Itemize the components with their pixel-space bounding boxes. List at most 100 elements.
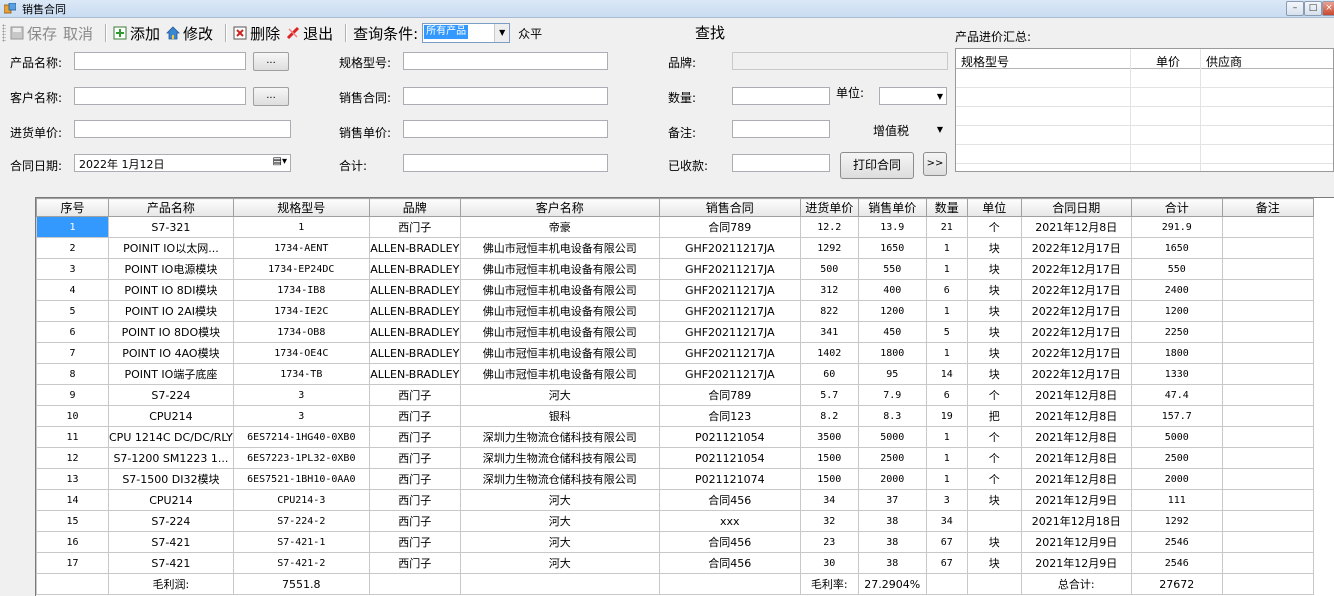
table-row[interactable]: 15 S7-224 S7-224-2 西门子 河大 xxx 32 38 34 2021年12月18… bbox=[36, 510, 1314, 532]
table-cell[interactable]: 6ES7521-1BH10-0AA0 bbox=[232, 468, 370, 490]
contract-date-picker[interactable]: 2022年 1月12日 ▤▾ bbox=[74, 154, 291, 172]
print-contract-button[interactable]: 打印合同 bbox=[840, 152, 914, 179]
table-cell[interactable]: 6 bbox=[925, 384, 968, 406]
table-cell[interactable]: 1 bbox=[925, 468, 968, 490]
col-header[interactable]: 合计 bbox=[1130, 198, 1223, 217]
table-cell[interactable]: 312 bbox=[799, 279, 859, 301]
table-cell[interactable]: 西门子 bbox=[368, 216, 461, 238]
table-cell[interactable]: 2 bbox=[36, 237, 109, 259]
table-cell[interactable] bbox=[1221, 321, 1314, 343]
product-name-input[interactable] bbox=[74, 52, 246, 70]
table-cell[interactable]: 块 bbox=[966, 258, 1022, 280]
table-row[interactable]: 6 POINT IO 8DO模块 1734-OB8 ALLEN-BRADLEY 佛山市冠… bbox=[36, 321, 1314, 343]
table-cell[interactable]: 32 bbox=[799, 510, 859, 532]
table-cell[interactable]: 23 bbox=[799, 531, 859, 553]
table-cell[interactable]: 1734-AENT bbox=[232, 237, 370, 259]
table-cell[interactable]: 1 bbox=[925, 237, 968, 259]
table-cell[interactable]: 深圳力生物流仓储科技有限公司 bbox=[459, 426, 660, 448]
table-cell[interactable]: 2500 bbox=[1130, 447, 1223, 469]
table-cell[interactable]: 佛山市冠恒丰机电设备有限公司 bbox=[459, 363, 660, 385]
table-cell[interactable]: 6 bbox=[925, 279, 968, 301]
table-cell[interactable]: 1292 bbox=[1130, 510, 1223, 532]
table-row[interactable]: 1 S7-321 1 西门子 帝豪 合同789 12.2 13.9 21 个 2021年12月8日 2… bbox=[36, 216, 1314, 238]
table-cell[interactable]: CPU 1214C DC/DC/RLY bbox=[108, 426, 234, 448]
table-cell[interactable]: 把 bbox=[966, 405, 1022, 427]
delete-button[interactable]: 删除 bbox=[233, 23, 280, 44]
table-cell[interactable] bbox=[1221, 216, 1314, 238]
table-cell[interactable]: 12 bbox=[36, 447, 109, 469]
table-cell[interactable]: 西门子 bbox=[368, 489, 461, 511]
table-cell[interactable]: 1 bbox=[925, 258, 968, 280]
table-cell[interactable]: 深圳力生物流仓储科技有限公司 bbox=[459, 468, 660, 490]
table-cell[interactable]: GHF20211217JA bbox=[658, 363, 801, 385]
table-cell[interactable]: 67 bbox=[925, 552, 968, 574]
received-input[interactable] bbox=[732, 154, 830, 172]
quantity-input[interactable] bbox=[732, 87, 830, 105]
table-cell[interactable] bbox=[1221, 468, 1314, 490]
table-cell[interactable]: 河大 bbox=[459, 384, 660, 406]
table-cell[interactable]: P021121074 bbox=[658, 468, 801, 490]
table-cell[interactable]: 4 bbox=[36, 279, 109, 301]
table-cell[interactable]: 2022年12月17日 bbox=[1020, 363, 1132, 385]
table-cell[interactable]: 34 bbox=[799, 489, 859, 511]
table-cell[interactable]: 5 bbox=[925, 321, 968, 343]
sales-price-input[interactable] bbox=[403, 120, 608, 138]
table-cell[interactable] bbox=[1221, 363, 1314, 385]
table-cell[interactable]: 西门子 bbox=[368, 510, 461, 532]
table-cell[interactable]: ALLEN-BRADLEY bbox=[368, 321, 461, 343]
table-cell[interactable]: 9 bbox=[36, 384, 109, 406]
table-row[interactable]: 8 POINT IO端子底座 1734-TB ALLEN-BRADLEY 佛山市冠恒丰机… bbox=[36, 363, 1314, 385]
table-cell[interactable]: xxx bbox=[658, 510, 801, 532]
query-keyword[interactable]: 众平 bbox=[518, 25, 542, 42]
table-cell[interactable]: 合同123 bbox=[658, 405, 801, 427]
table-cell[interactable]: 1734-TB bbox=[232, 363, 370, 385]
table-cell[interactable]: 合同789 bbox=[658, 384, 801, 406]
table-cell[interactable]: POINT IO 8DO模块 bbox=[108, 321, 234, 343]
table-cell[interactable]: 2021年12月8日 bbox=[1020, 216, 1132, 238]
table-cell[interactable]: 1650 bbox=[857, 237, 927, 259]
table-cell[interactable]: 34 bbox=[925, 510, 968, 532]
table-cell[interactable]: S7-421-1 bbox=[232, 531, 370, 553]
table-cell[interactable]: 341 bbox=[799, 321, 859, 343]
col-header[interactable]: 数量 bbox=[925, 198, 968, 217]
table-cell[interactable] bbox=[1221, 531, 1314, 553]
table-row[interactable]: 2 POINIT IO以太网... 1734-AENT ALLEN-BRADLEY 佛山… bbox=[36, 237, 1314, 259]
table-cell[interactable]: 1200 bbox=[1130, 300, 1223, 322]
table-cell[interactable]: 95 bbox=[857, 363, 927, 385]
table-cell[interactable]: 2021年12月8日 bbox=[1020, 405, 1132, 427]
minimize-button[interactable]: – bbox=[1286, 1, 1304, 16]
table-cell[interactable]: 西门子 bbox=[368, 384, 461, 406]
table-cell[interactable]: S7-321 bbox=[108, 216, 234, 238]
table-cell[interactable]: 450 bbox=[857, 321, 927, 343]
table-cell[interactable] bbox=[1221, 552, 1314, 574]
table-cell[interactable]: 3500 bbox=[799, 426, 859, 448]
table-row[interactable]: 11 CPU 1214C DC/DC/RLY 6ES7214-1HG40-0XB0 西… bbox=[36, 426, 1314, 448]
table-cell[interactable]: 8.2 bbox=[799, 405, 859, 427]
table-row[interactable]: 17 S7-421 S7-421-2 西门子 河大 合同456 30 38 67 块 2021年12… bbox=[36, 552, 1314, 574]
table-cell[interactable] bbox=[1221, 447, 1314, 469]
table-cell[interactable]: 3 bbox=[36, 258, 109, 280]
table-cell[interactable]: 2400 bbox=[1130, 279, 1223, 301]
table-cell[interactable]: 西门子 bbox=[368, 447, 461, 469]
table-cell[interactable]: 1330 bbox=[1130, 363, 1223, 385]
table-cell[interactable]: 2021年12月8日 bbox=[1020, 468, 1132, 490]
table-cell[interactable]: S7-224 bbox=[108, 510, 234, 532]
table-cell[interactable]: 14 bbox=[925, 363, 968, 385]
table-cell[interactable]: GHF20211217JA bbox=[658, 342, 801, 364]
table-cell[interactable]: 1734-OE4C bbox=[232, 342, 370, 364]
table-cell[interactable]: 2000 bbox=[1130, 468, 1223, 490]
table-cell[interactable]: 2250 bbox=[1130, 321, 1223, 343]
table-cell[interactable]: 佛山市冠恒丰机电设备有限公司 bbox=[459, 321, 660, 343]
table-cell[interactable]: 个 bbox=[966, 216, 1022, 238]
col-header[interactable]: 备注 bbox=[1221, 198, 1314, 217]
table-cell[interactable]: 帝豪 bbox=[459, 216, 660, 238]
table-cell[interactable]: 1 bbox=[925, 300, 968, 322]
unit-select[interactable]: ▼ bbox=[879, 87, 947, 105]
col-header[interactable]: 序号 bbox=[36, 198, 109, 217]
table-cell[interactable]: 8.3 bbox=[857, 405, 927, 427]
table-cell[interactable]: 3 bbox=[925, 489, 968, 511]
table-cell[interactable]: ALLEN-BRADLEY bbox=[368, 237, 461, 259]
table-cell[interactable] bbox=[1221, 258, 1314, 280]
chevron-down-icon[interactable]: ▼ bbox=[937, 92, 943, 101]
purchase-price-input[interactable] bbox=[74, 120, 291, 138]
